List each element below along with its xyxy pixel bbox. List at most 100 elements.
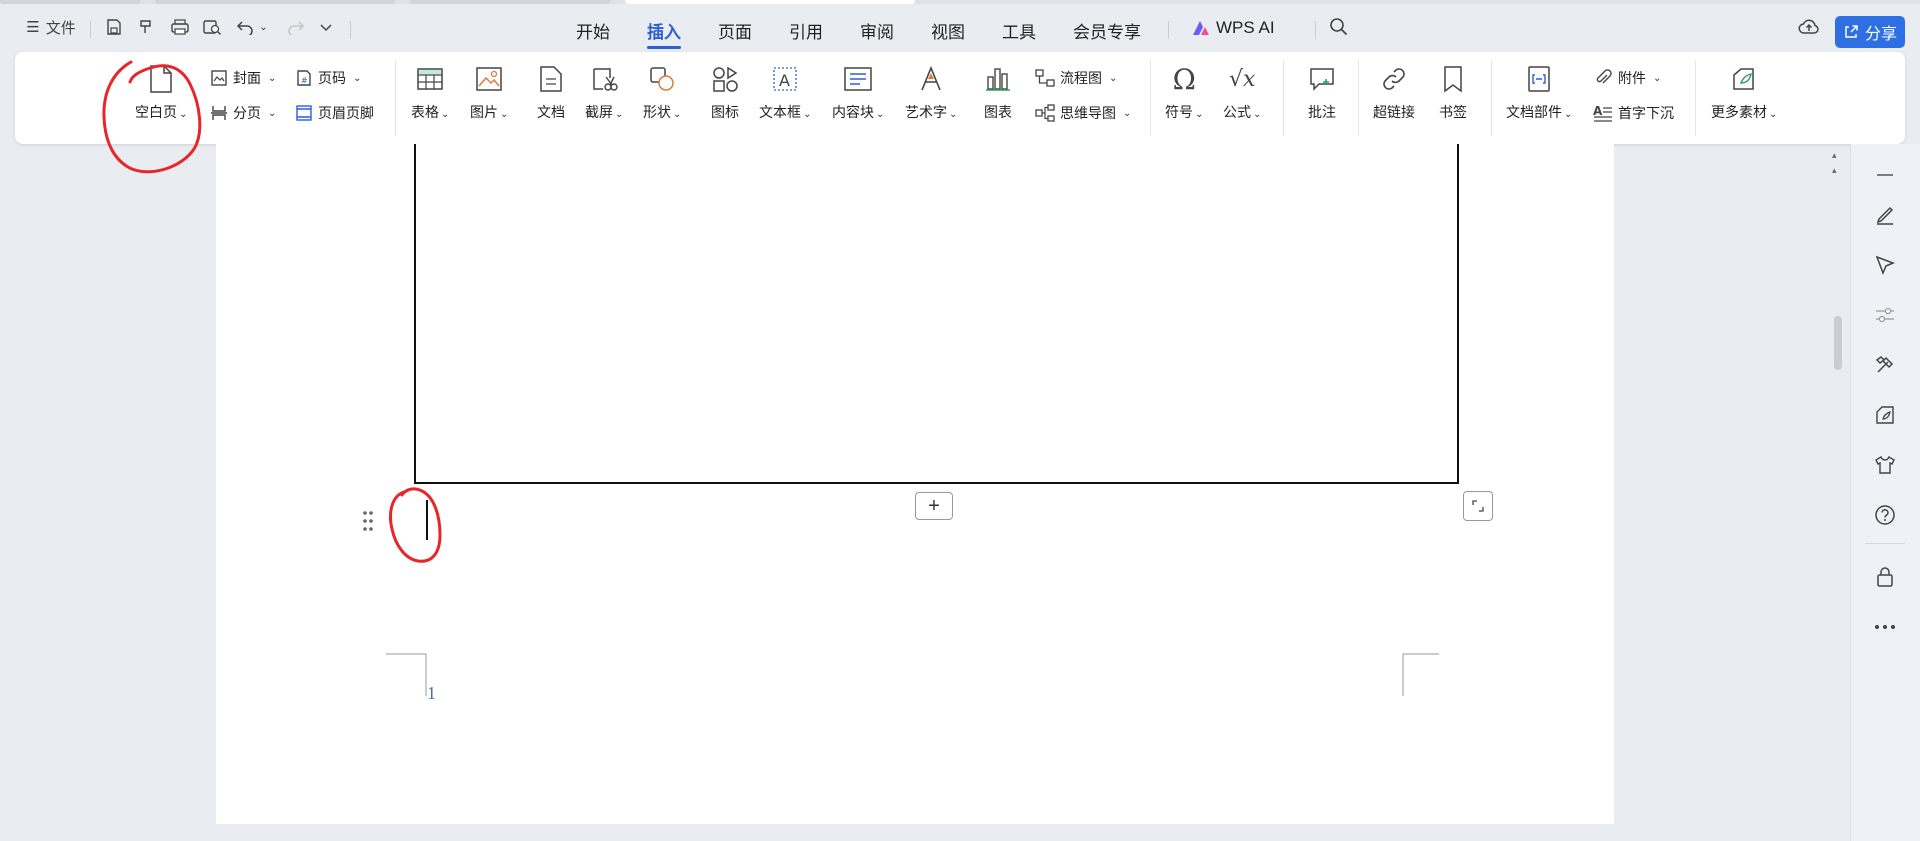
save-icon[interactable] [100,12,128,42]
scroll-up-arrow-icon[interactable]: ▴ [1832,150,1844,160]
quick-access-more-icon[interactable] [314,12,338,42]
document-button[interactable]: 文档 [534,62,568,122]
search-icon[interactable] [1324,12,1354,42]
annotation-circle [389,487,442,563]
cover-label: 封面 [233,70,261,86]
ribbon-divider [395,60,396,136]
chevron-down-icon: ⌄ [353,72,362,84]
doc-parts-icon [1522,62,1556,96]
page-corner-mark [386,653,427,696]
drag-handle-icon[interactable] [362,510,374,537]
title-bar: ☰ 文件 ⌄ 开始 插入 页面 引用 审阅 视图 工具 会员专享 WPS AI [0,4,1920,52]
tab-view[interactable]: 视图 [931,18,965,43]
formula-label: 公式 [1223,104,1251,120]
collapse-icon[interactable] [1870,160,1900,190]
hyperlink-button[interactable]: 超链接 [1373,62,1415,122]
symbol-button[interactable]: Ω 符号 ⌄ [1165,62,1203,122]
print-preview-icon[interactable] [198,12,226,42]
add-row-button[interactable]: + [915,492,953,520]
link-icon [1377,62,1411,96]
comment-label: 批注 [1308,104,1336,120]
select-cursor-icon[interactable] [1870,250,1900,280]
wordart-button[interactable]: 艺术字 ⌄ [905,62,957,122]
flowchart-icon [1035,69,1055,87]
tab-tools[interactable]: 工具 [1002,18,1036,43]
comment-icon [1305,62,1339,96]
tab-home[interactable]: 开始 [576,18,610,43]
icons-button[interactable]: 图标 [708,62,742,122]
ribbon-divider [1695,60,1696,136]
file-menu-button[interactable]: ☰ 文件 [20,12,82,42]
chevron-down-icon: ⌄ [803,109,812,120]
chart-icon [981,62,1015,96]
resize-icon [1472,500,1484,512]
chart-label: 图表 [984,104,1012,120]
adjust-icon[interactable] [1870,300,1900,330]
page-break-button[interactable]: 分页 ⌄ [210,103,276,123]
table-resize-button[interactable] [1463,491,1493,521]
tab-references[interactable]: 引用 [789,18,823,43]
chevron-down-icon: ⌄ [949,109,958,120]
more-options-icon[interactable] [1870,612,1900,642]
tab-page[interactable]: 页面 [718,18,752,43]
redo-icon[interactable] [282,12,310,42]
ribbon-divider [1491,60,1492,136]
share-icon [1845,25,1858,38]
tools-icon[interactable] [1870,350,1900,380]
undo-button[interactable]: ⌄ [234,12,270,42]
format-painter-icon[interactable] [132,12,160,42]
chevron-down-icon: ⌄ [1769,109,1778,120]
flowchart-button[interactable]: 流程图 ⌄ [1035,68,1117,88]
drop-cap-label: 首字下沉 [1618,105,1674,121]
document-table[interactable] [414,144,1459,484]
share-button[interactable]: 分享 [1835,16,1905,48]
shape-button[interactable]: 形状 ⌄ [643,62,681,122]
header-footer-button[interactable]: 页眉页脚 [295,103,374,123]
more-materials-button[interactable]: 更多素材 ⌄ [1711,62,1777,122]
scroll-up-icon[interactable]: ▴ [1832,165,1844,175]
lock-icon[interactable] [1870,562,1900,592]
page-number-button[interactable]: # 页码 ⌄ [295,68,361,88]
print-icon[interactable] [166,12,194,42]
paperclip-icon [1596,69,1612,84]
shape-label: 形状 [643,104,671,120]
shirt-icon[interactable] [1870,450,1900,480]
table-button[interactable]: 表格 ⌄ [411,62,449,122]
scrollbar-thumb[interactable] [1834,316,1842,370]
attachment-button[interactable]: 附件 ⌄ [1593,68,1661,88]
flowchart-label: 流程图 [1060,70,1102,86]
help-icon[interactable] [1870,500,1900,530]
document-label: 文档 [537,104,565,120]
pen-icon[interactable] [1870,200,1900,230]
screenshot-button[interactable]: 截屏 ⌄ [585,62,623,122]
bookmark-label: 书签 [1439,104,1467,120]
ribbon-toolbar: 空白页 ⌄ 封面 ⌄ 分页 ⌄ # 页码 ⌄ 页眉页脚 表格 ⌄ 图片 ⌄ 文档 截屏 ⌄ 形… [15,52,1905,144]
materials-icon[interactable] [1870,400,1900,430]
picture-label: 图片 [470,104,498,120]
chart-button[interactable]: 图表 [981,62,1015,122]
more-materials-label: 更多素材 [1711,104,1767,120]
chevron-down-icon: ⌄ [615,109,624,120]
drop-cap-button[interactable]: A 首字下沉 [1593,103,1674,123]
doc-parts-button[interactable]: 文档部件 ⌄ [1506,62,1572,122]
tab-member[interactable]: 会员专享 [1073,18,1141,43]
cover-button[interactable]: 封面 ⌄ [210,68,276,88]
tab-insert[interactable]: 插入 [647,18,681,43]
textbox-button[interactable]: A 文本框 ⌄ [759,62,811,122]
page-break-icon [211,106,227,120]
content-block-button[interactable]: 内容块 ⌄ [832,62,884,122]
picture-button[interactable]: 图片 ⌄ [470,62,508,122]
picture-icon [472,62,506,96]
icons-icon [708,62,742,96]
drop-cap-icon: A [1593,104,1612,122]
mindmap-icon [1035,104,1055,122]
cloud-upload-icon[interactable] [1794,12,1824,42]
tab-wps-ai[interactable]: WPS AI [1192,18,1275,38]
mindmap-button[interactable]: 思维导图 ⌄ [1035,103,1131,123]
bookmark-button[interactable]: 书签 [1436,62,1470,122]
tab-review[interactable]: 审阅 [860,18,894,43]
comment-button[interactable]: 批注 [1305,62,1339,122]
formula-button[interactable]: √x 公式 ⌄ [1223,62,1261,122]
cover-icon [211,70,227,86]
mindmap-label: 思维导图 [1060,105,1116,121]
